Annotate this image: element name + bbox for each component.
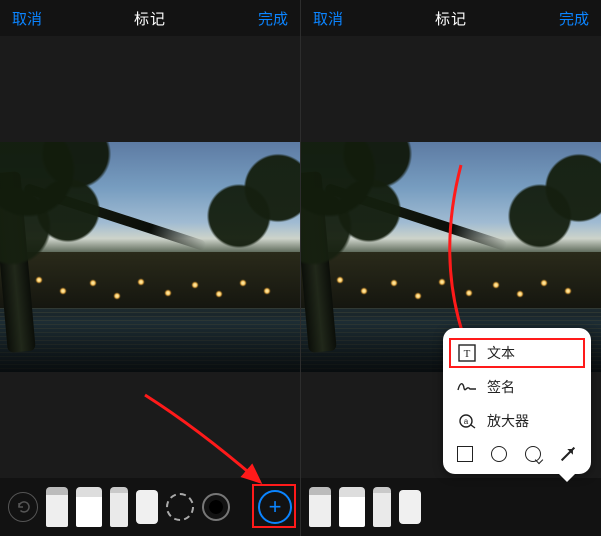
- popover-item-label: 签名: [487, 377, 515, 397]
- shape-circle[interactable]: [491, 446, 507, 462]
- text-icon: T: [457, 343, 477, 363]
- shape-arrow[interactable]: [561, 447, 575, 461]
- header-bar: 取消 标记 完成: [0, 0, 300, 36]
- eraser-tool[interactable]: [136, 490, 158, 524]
- markup-toolbar: [301, 478, 601, 536]
- shape-square[interactable]: [457, 446, 473, 462]
- magnifier-icon: a: [457, 411, 477, 431]
- markup-toolbar: +: [0, 478, 300, 536]
- right-screenshot: 取消 标记 完成: [300, 0, 601, 536]
- edited-photo: [0, 142, 300, 372]
- popover-item-signature[interactable]: 签名: [443, 370, 591, 404]
- done-button[interactable]: 完成: [258, 8, 288, 29]
- screen-title: 标记: [134, 8, 166, 29]
- shape-speech-bubble[interactable]: [525, 446, 541, 462]
- add-button[interactable]: +: [258, 490, 292, 524]
- undo-button[interactable]: [8, 492, 38, 522]
- marker-tool[interactable]: [339, 487, 365, 527]
- cancel-button[interactable]: 取消: [313, 8, 343, 29]
- left-screenshot: 取消 标记 完成: [0, 0, 300, 536]
- photo-canvas[interactable]: [0, 36, 300, 478]
- signature-icon: [457, 377, 477, 397]
- pencil-tool[interactable]: [110, 487, 128, 527]
- color-picker[interactable]: [202, 493, 230, 521]
- popover-item-label: 文本: [487, 343, 515, 363]
- eraser-tool[interactable]: [399, 490, 421, 524]
- popover-shape-row: [443, 438, 591, 468]
- popover-item-text[interactable]: T 文本: [443, 336, 591, 370]
- pencil-tool[interactable]: [373, 487, 391, 527]
- svg-text:a: a: [464, 417, 469, 426]
- pen-tool[interactable]: [46, 487, 68, 527]
- marker-tool[interactable]: [76, 487, 102, 527]
- svg-text:T: T: [464, 348, 471, 360]
- add-popover: T 文本 签名 a 放大器: [443, 328, 591, 474]
- popover-item-magnifier[interactable]: a 放大器: [443, 404, 591, 438]
- lasso-tool[interactable]: [166, 493, 194, 521]
- cancel-button[interactable]: 取消: [12, 8, 42, 29]
- done-button[interactable]: 完成: [559, 8, 589, 29]
- header-bar: 取消 标记 完成: [301, 0, 601, 36]
- pen-tool[interactable]: [309, 487, 331, 527]
- screen-title: 标记: [435, 8, 467, 29]
- popover-item-label: 放大器: [487, 411, 529, 431]
